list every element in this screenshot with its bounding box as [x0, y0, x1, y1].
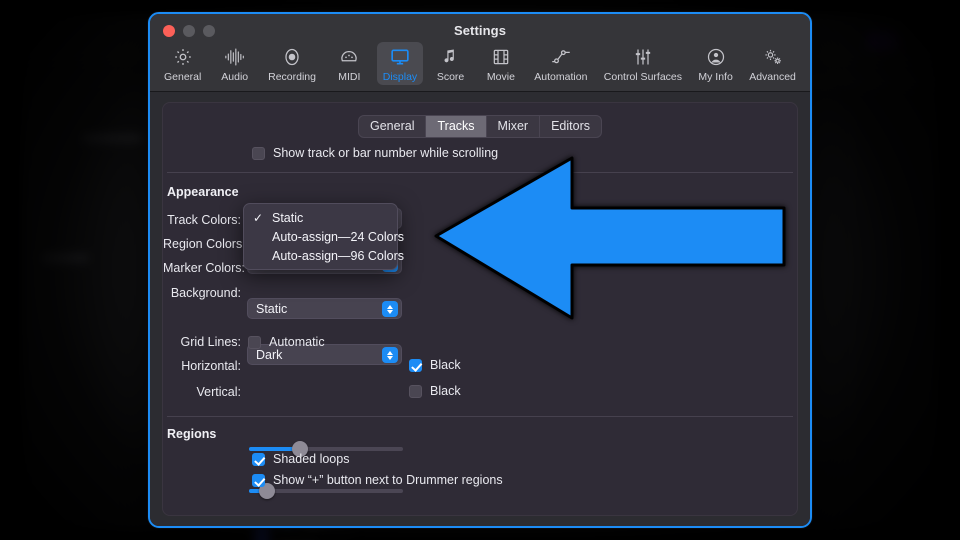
film-strip-icon	[491, 45, 511, 69]
menu-item-label: Auto-assign—24 Colors	[272, 229, 405, 244]
window-titlebar: Settings General Audio Recording MIDI Di…	[150, 14, 810, 92]
horizontal-black-row[interactable]: Black	[409, 358, 461, 372]
vertical-black-checkbox[interactable]	[409, 384, 422, 398]
marker-colors-popup[interactable]: Static	[247, 298, 402, 319]
toolbar-item-label: My Info	[698, 71, 733, 83]
toolbar-item-movie[interactable]: Movie	[478, 42, 524, 85]
toolbar-item-label: Movie	[486, 71, 515, 83]
drummer-plus-button-checkbox[interactable]	[252, 473, 265, 487]
tab-tracks[interactable]: Tracks	[426, 116, 487, 137]
double-gear-icon	[762, 45, 784, 69]
tab-general[interactable]: General	[359, 116, 427, 137]
sliders-icon	[633, 45, 653, 69]
chevron-updown-icon[interactable]	[382, 347, 398, 363]
track-colors-label: Track Colors:	[167, 213, 241, 227]
toolbar-item-automation[interactable]: Automation	[528, 42, 593, 85]
menu-item-auto-96[interactable]: Auto-assign—96 Colors	[244, 246, 404, 265]
toolbar-item-label: Audio	[221, 71, 249, 83]
toolbar-item-label: Advanced	[749, 71, 796, 83]
grid-automatic-checkbox[interactable]	[248, 335, 261, 349]
toolbar-item-midi[interactable]: MIDI	[326, 42, 372, 85]
display-monitor-icon	[389, 45, 411, 69]
grid-lines-label: Grid Lines:	[180, 335, 241, 349]
toolbar-item-label: Score	[436, 71, 465, 83]
toolbar-item-control-surfaces[interactable]: Control Surfaces	[598, 42, 688, 85]
gear-icon	[173, 45, 193, 69]
music-notes-icon	[440, 45, 462, 69]
shaded-loops-row[interactable]: Shaded loops	[252, 452, 349, 466]
toolbar-item-label: Automation	[534, 71, 588, 83]
toolbar-item-recording[interactable]: Recording	[262, 42, 322, 85]
window-title: Settings	[453, 23, 507, 38]
shaded-loops-checkbox[interactable]	[252, 452, 265, 466]
menu-item-static[interactable]: ✓ Static	[244, 208, 397, 227]
drummer-plus-button-label: Show “+” button next to Drummer regions	[273, 473, 503, 487]
drummer-plus-button-row[interactable]: Show “+” button next to Drummer regions	[252, 473, 503, 487]
panel-tabs: General Tracks Mixer Editors	[358, 115, 602, 138]
chevron-updown-icon[interactable]	[382, 301, 398, 317]
track-colors-dropdown-menu[interactable]: ✓ Static Auto-assign—24 Colors Auto-assi…	[243, 203, 404, 270]
horizontal-label: Horizontal:	[181, 359, 241, 373]
appearance-group-title: Appearance	[167, 185, 239, 199]
toolbar-item-label: General	[164, 71, 202, 83]
toolbar-item-audio[interactable]: Audio	[212, 42, 258, 85]
vertical-label: Vertical:	[196, 385, 241, 399]
menu-item-label: Auto-assign—96 Colors	[272, 248, 405, 263]
record-circle-icon	[282, 45, 302, 69]
toolbar-item-label: Display	[382, 71, 418, 83]
screen: Settings General Audio Recording MIDI Di…	[0, 0, 960, 540]
automation-node-icon	[550, 45, 572, 69]
midi-connector-icon	[339, 45, 359, 69]
toolbar-item-display[interactable]: Display	[376, 42, 424, 85]
marker-colors-label: Marker Colors:	[163, 261, 245, 275]
tab-editors[interactable]: Editors	[540, 116, 601, 137]
marker-colors-value: Static	[256, 301, 288, 316]
toolbar-item-label: Recording	[268, 71, 316, 83]
person-circle-icon	[706, 45, 726, 69]
annotation-arrow	[432, 152, 788, 324]
grid-automatic-label: Automatic	[269, 335, 325, 349]
vertical-black-row[interactable]: Black	[409, 384, 461, 398]
vertical-black-label: Black	[430, 384, 461, 398]
checkmark-icon: ✓	[253, 210, 264, 225]
shaded-loops-label: Shaded loops	[273, 452, 350, 466]
horizontal-black-checkbox[interactable]	[409, 358, 422, 372]
divider-regions	[167, 416, 793, 417]
menu-item-auto-24[interactable]: Auto-assign—24 Colors	[244, 227, 404, 246]
toolbar-item-score[interactable]: Score	[428, 42, 474, 85]
settings-toolbar: General Audio Recording MIDI Display Sco…	[158, 42, 802, 85]
horizontal-black-label: Black	[430, 358, 461, 372]
toolbar-item-my-info[interactable]: My Info	[692, 42, 738, 85]
show-track-number-checkbox[interactable]	[252, 146, 265, 160]
menu-item-label: Static	[272, 210, 304, 225]
tab-mixer[interactable]: Mixer	[487, 116, 541, 137]
region-colors-label: Region Colors:	[163, 237, 246, 251]
toolbar-item-advanced[interactable]: Advanced	[743, 42, 802, 85]
background-label: Background:	[170, 286, 241, 300]
toolbar-item-label: Control Surfaces	[603, 71, 682, 83]
toolbar-item-general[interactable]: General	[158, 42, 207, 85]
regions-group-title: Regions	[167, 427, 217, 441]
grid-lines-row: Grid Lines: Automatic	[163, 335, 325, 349]
waveform-icon	[224, 45, 246, 69]
toolbar-item-label: MIDI	[338, 71, 361, 83]
background-value: Dark	[256, 347, 283, 362]
